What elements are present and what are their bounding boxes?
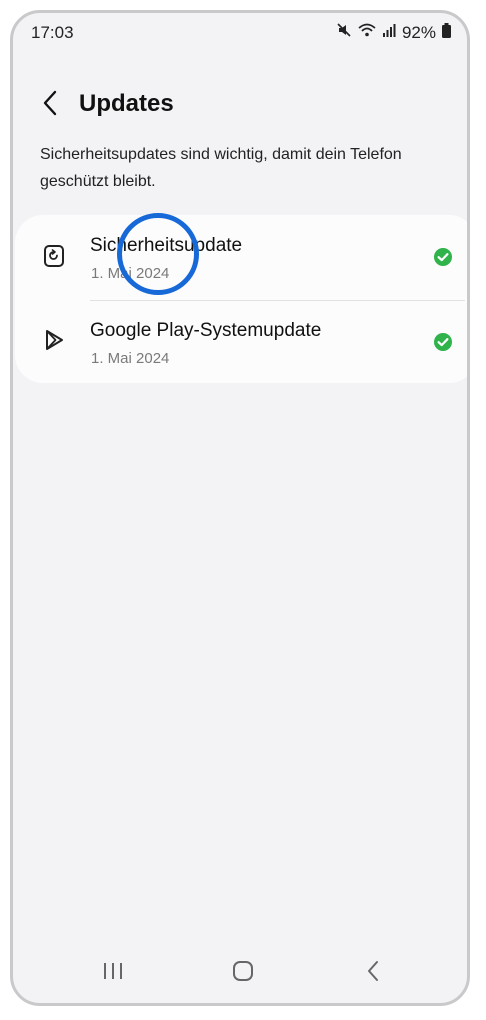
updates-card: Sicherheitsupdate 1. Mai 2024 Google Pla… [15, 215, 467, 384]
check-circle-icon [433, 247, 453, 267]
update-title: Sicherheitsupdate [90, 235, 243, 256]
status-time: 17:03 [31, 23, 74, 42]
description-text: Sicherheitsupdates sind wichtig, damit d… [40, 146, 402, 190]
chevron-left-icon [42, 90, 58, 121]
update-item-security[interactable]: Sicherheitsupdate 1. Mai 2024 [15, 215, 467, 299]
app-header: Updates [13, 85, 467, 125]
battery-icon [442, 22, 451, 43]
google-play-icon [41, 327, 67, 353]
security-update-icon [41, 243, 67, 269]
nav-back-button[interactable] [351, 957, 395, 989]
status-bar: 17:03 92% [13, 13, 467, 53]
navigation-bar [13, 943, 467, 1003]
battery-percent: 92% [401, 22, 436, 42]
phone-frame: 17:03 92% Updates Sicherheitsupdates sin… [10, 10, 470, 1006]
page-title: Updates [79, 90, 174, 117]
update-date: 1. Mai 2024 [91, 350, 170, 367]
update-date: 1. Mai 2024 [91, 265, 170, 282]
check-circle-icon [433, 332, 453, 352]
back-icon [366, 960, 380, 987]
home-button[interactable] [221, 957, 265, 989]
wifi-icon [358, 23, 376, 42]
recents-icon [102, 961, 124, 986]
home-icon [232, 960, 254, 987]
status-icons: 92% [336, 22, 451, 43]
mute-icon [336, 22, 352, 43]
recents-button[interactable] [91, 957, 135, 989]
update-item-google-play[interactable]: Google Play-Systemupdate 1. Mai 2024 [15, 300, 467, 384]
signal-icon [382, 23, 396, 42]
back-button[interactable] [35, 87, 65, 123]
update-title: Google Play-Systemupdate [90, 320, 322, 341]
